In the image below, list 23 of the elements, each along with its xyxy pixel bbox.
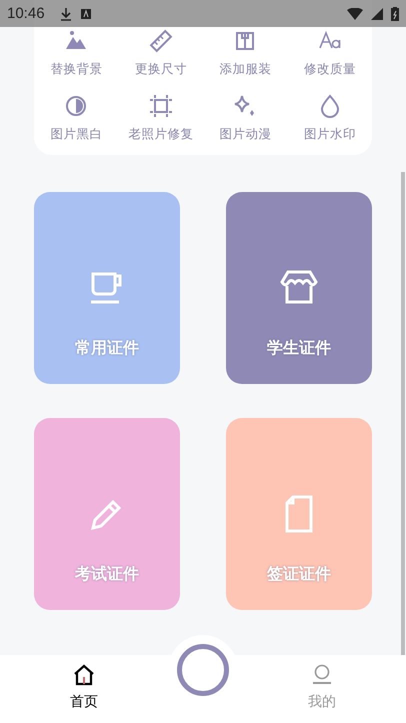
crop-icon bbox=[148, 94, 173, 118]
wifi-icon bbox=[347, 8, 363, 20]
tool-button[interactable]: 替换背景 bbox=[34, 29, 118, 78]
tool-button[interactable]: 添加服装 bbox=[203, 29, 288, 78]
tool-button[interactable]: 图片动漫 bbox=[203, 94, 288, 143]
category-card[interactable]: 常用证件 bbox=[34, 192, 180, 384]
home-icon bbox=[72, 663, 96, 687]
nav-tab[interactable]: 首页 bbox=[0, 655, 168, 711]
tool-button[interactable]: 老照片修复 bbox=[118, 94, 203, 143]
download-icon bbox=[58, 6, 73, 20]
tool-button[interactable]: 修改质量 bbox=[288, 29, 372, 78]
tool-button[interactable]: 图片水印 bbox=[288, 94, 372, 143]
clock: 10:46 bbox=[7, 5, 45, 22]
signal-icon bbox=[371, 8, 383, 20]
battery-icon bbox=[391, 6, 399, 20]
person-icon bbox=[310, 663, 334, 687]
category-card[interactable]: 学生证件 bbox=[226, 192, 372, 384]
tool-button[interactable]: 图片黑白 bbox=[34, 94, 118, 143]
tool-button[interactable]: 更换尺寸 bbox=[118, 29, 203, 78]
contrast-icon bbox=[64, 94, 88, 118]
ruler-icon bbox=[148, 29, 173, 53]
camera-button[interactable] bbox=[177, 644, 229, 696]
nav-tab[interactable]: 我的 bbox=[238, 655, 406, 711]
